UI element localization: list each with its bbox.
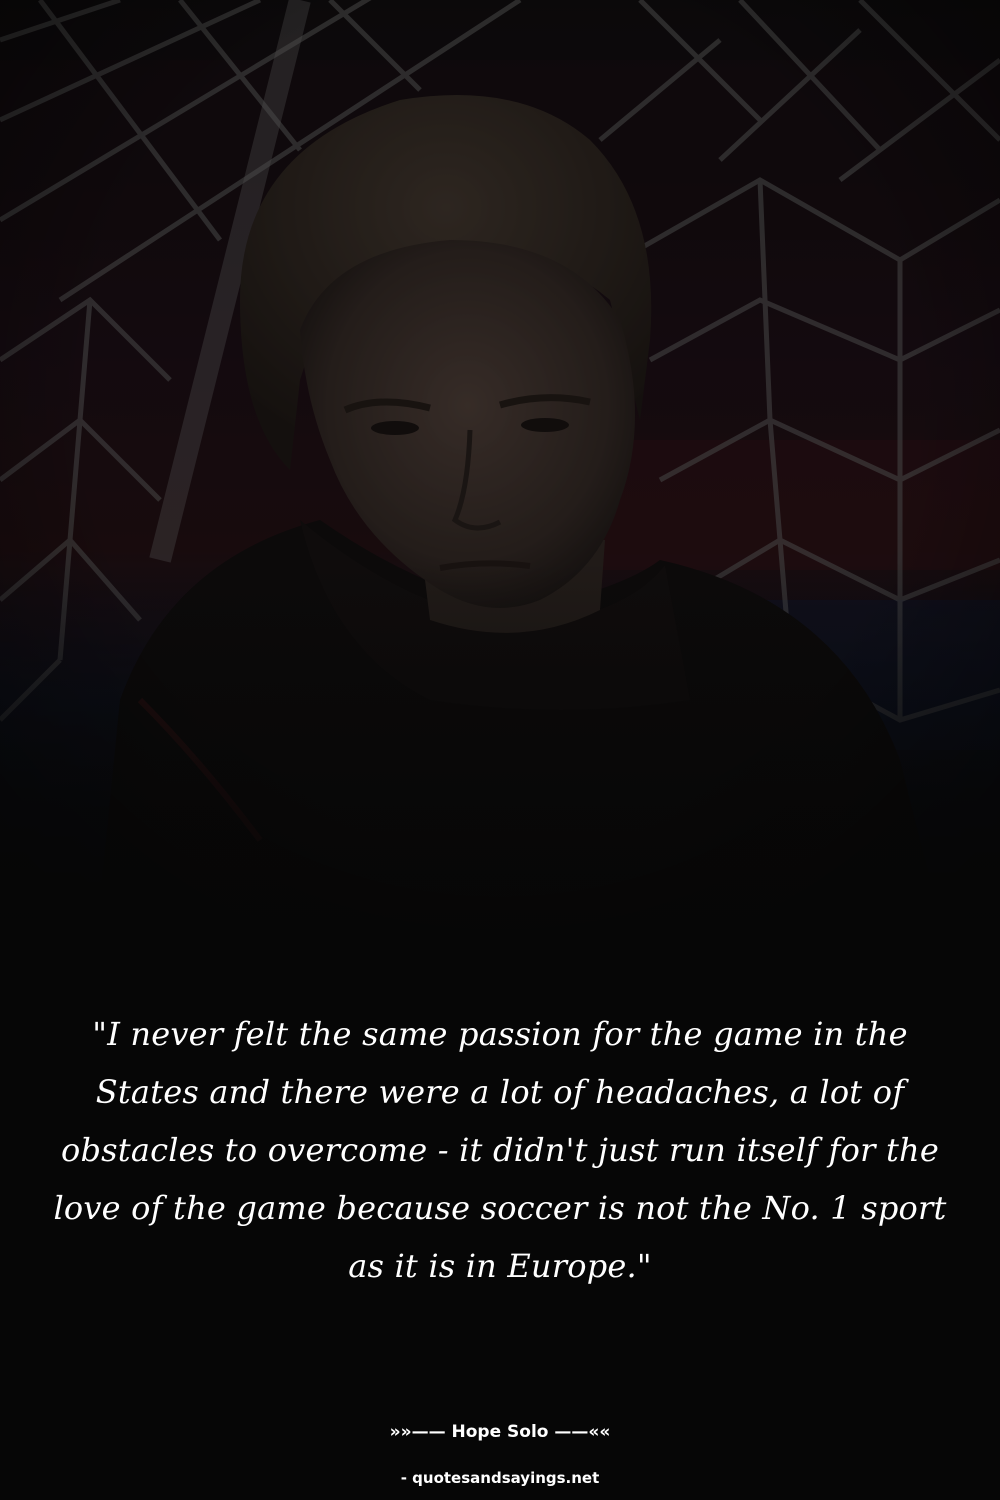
quote-text: "I never felt the same passion for the g… bbox=[53, 1015, 947, 1285]
author-attribution: »»—— Hope Solo ——«« bbox=[389, 1422, 611, 1442]
photo-fade-overlay bbox=[0, 560, 1000, 1020]
quote-poster: "I never felt the same passion for the g… bbox=[0, 0, 1000, 1500]
source-credit: - quotesandsayings.net bbox=[400, 1469, 600, 1487]
